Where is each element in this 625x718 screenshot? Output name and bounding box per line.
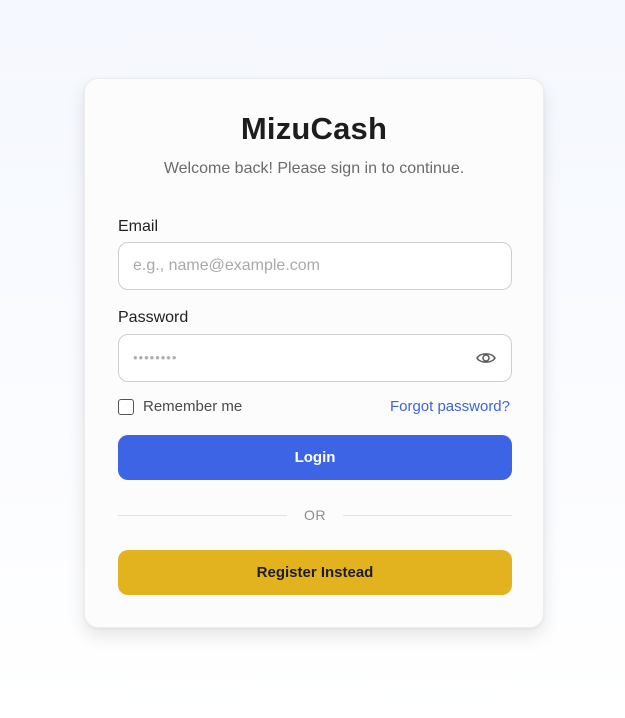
- or-divider: OR: [118, 505, 512, 525]
- register-button[interactable]: Register Instead: [118, 550, 512, 595]
- login-button[interactable]: Login: [118, 435, 512, 480]
- divider-line-right: [343, 514, 512, 516]
- eye-icon[interactable]: [475, 347, 497, 369]
- welcome-subtitle: Welcome back! Please sign in to continue…: [163, 160, 465, 177]
- email-input[interactable]: [118, 242, 512, 290]
- checkbox-box[interactable]: [118, 398, 134, 415]
- remember-me-checkbox[interactable]: Remember me: [118, 398, 242, 415]
- app-title: MizuCash: [240, 111, 388, 146]
- divider-line-left: [118, 514, 287, 516]
- divider-text: OR: [304, 507, 326, 523]
- login-card: MizuCash Welcome back! Please sign in to…: [84, 78, 544, 628]
- password-label: Password: [118, 309, 189, 326]
- forgot-password-link[interactable]: Forgot password?: [390, 398, 510, 415]
- email-label: Email: [118, 218, 159, 235]
- remember-me-label: Remember me: [143, 398, 243, 415]
- password-input[interactable]: [118, 334, 512, 382]
